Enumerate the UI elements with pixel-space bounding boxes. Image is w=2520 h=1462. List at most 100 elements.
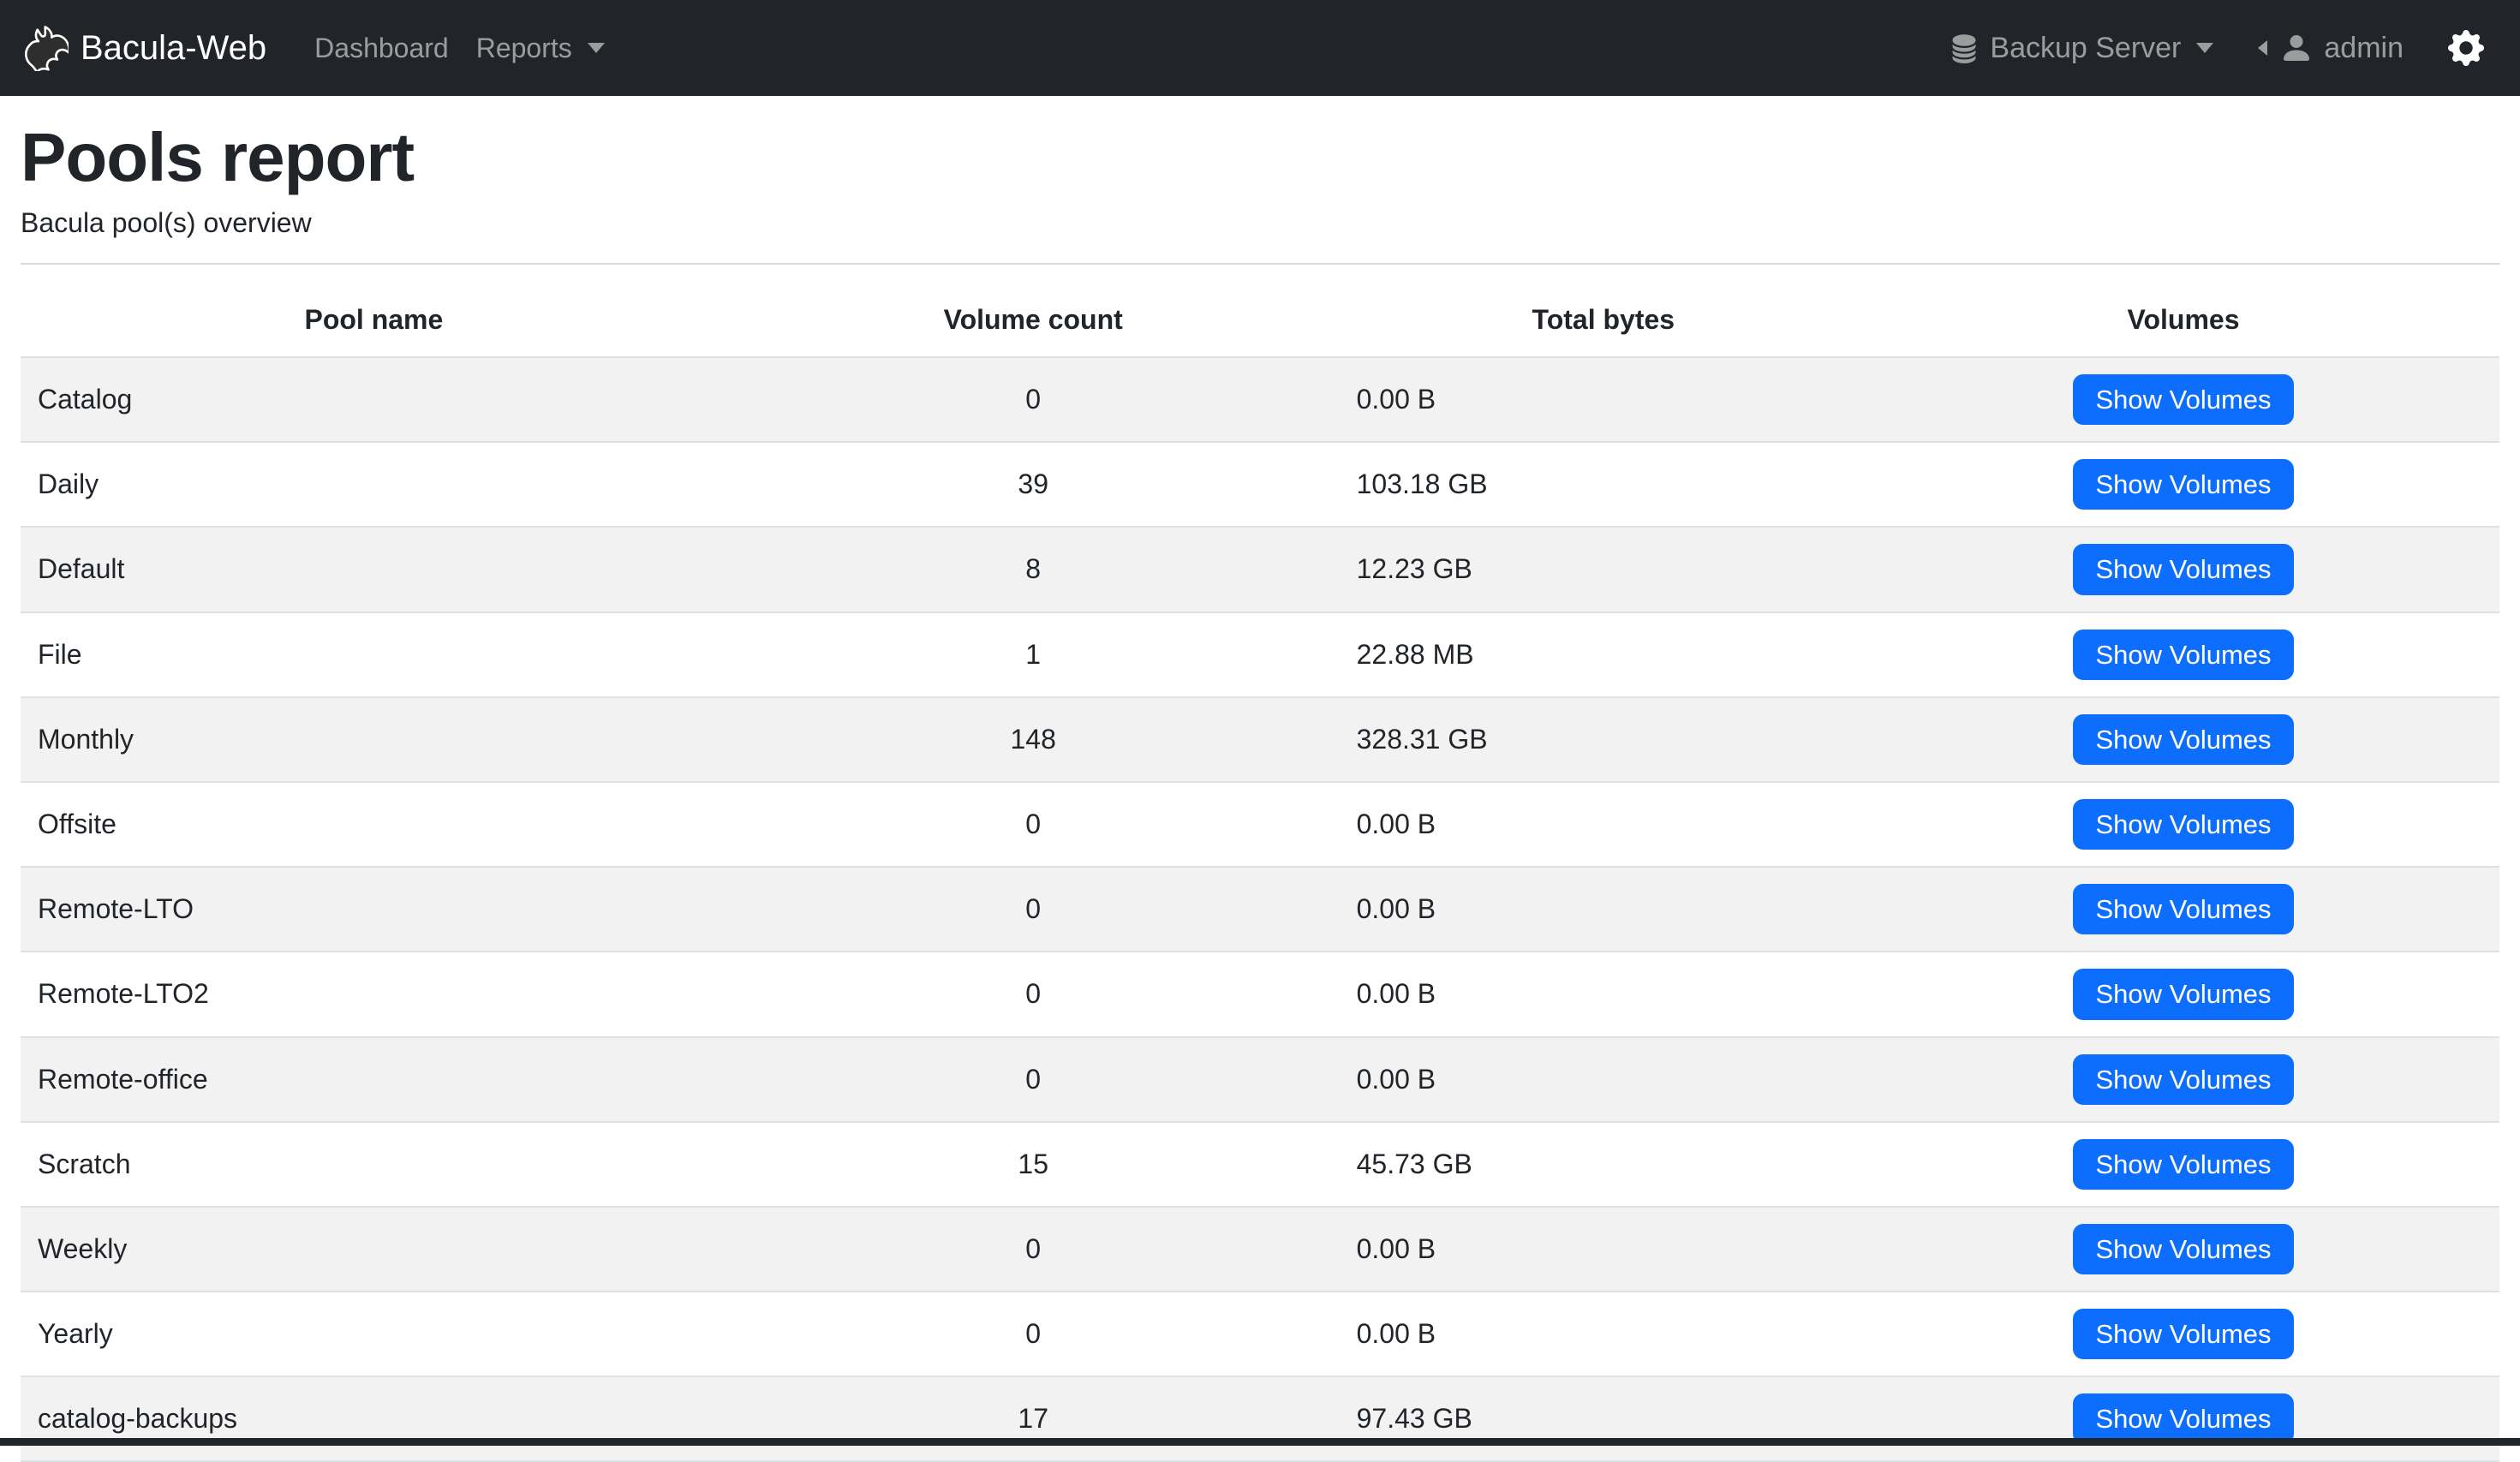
show-volumes-button[interactable]: Show Volumes xyxy=(2073,969,2293,1019)
table-row: Catalog 0 0.00 B Show Volumes xyxy=(21,357,2499,442)
show-volumes-button[interactable]: Show Volumes xyxy=(2073,1054,2293,1105)
table-row: Remote-LTO 0 0.00 B Show Volumes xyxy=(21,867,2499,952)
total-bytes-cell: 45.73 GB xyxy=(1340,1122,1867,1207)
main-nav: Dashboard Reports xyxy=(301,0,618,96)
show-volumes-button[interactable]: Show Volumes xyxy=(2073,374,2293,425)
pool-name-cell: catalog-backups xyxy=(21,1376,727,1461)
table-row: Remote-LTO2 0 0.00 B Show Volumes xyxy=(21,952,2499,1036)
volume-count-cell: 0 xyxy=(727,867,1340,952)
table-row: Scratch 15 45.73 GB Show Volumes xyxy=(21,1122,2499,1207)
total-bytes-cell: 97.43 GB xyxy=(1340,1376,1867,1461)
caret-down-icon xyxy=(2196,43,2213,53)
show-volumes-button[interactable]: Show Volumes xyxy=(2073,884,2293,934)
pool-name-cell: Daily xyxy=(21,442,727,527)
total-bytes-cell: 0.00 B xyxy=(1340,867,1867,952)
pool-name-cell: Yearly xyxy=(21,1292,727,1376)
volumes-cell: Show Volumes xyxy=(1867,1122,2499,1207)
volumes-cell: Show Volumes xyxy=(1867,1207,2499,1292)
table-row: Daily 39 103.18 GB Show Volumes xyxy=(21,442,2499,527)
footer-bar xyxy=(0,1438,2520,1446)
volume-count-cell: 0 xyxy=(727,1292,1340,1376)
gear-icon xyxy=(2448,30,2484,66)
table-row: Offsite 0 0.00 B Show Volumes xyxy=(21,782,2499,867)
volume-count-cell: 148 xyxy=(727,697,1340,782)
show-volumes-button[interactable]: Show Volumes xyxy=(2073,1139,2293,1190)
volumes-cell: Show Volumes xyxy=(1867,952,2499,1036)
volume-count-cell: 0 xyxy=(727,782,1340,867)
user-menu-label: admin xyxy=(2324,32,2404,65)
user-menu[interactable]: admin xyxy=(2258,31,2404,65)
show-volumes-button[interactable]: Show Volumes xyxy=(2073,1393,2293,1444)
show-volumes-button[interactable]: Show Volumes xyxy=(2073,459,2293,510)
table-row: Monthly 148 328.31 GB Show Volumes xyxy=(21,697,2499,782)
show-volumes-button[interactable]: Show Volumes xyxy=(2073,714,2293,765)
column-header-volumes: Volumes xyxy=(1867,283,2499,357)
volumes-cell: Show Volumes xyxy=(1867,442,2499,527)
pool-name-cell: Catalog xyxy=(21,357,727,442)
table-row: Yearly 0 0.00 B Show Volumes xyxy=(21,1292,2499,1376)
volume-count-cell: 8 xyxy=(727,527,1340,612)
nav-item-reports[interactable]: Reports xyxy=(463,0,618,96)
nav-item-dashboard[interactable]: Dashboard xyxy=(301,0,463,96)
volumes-cell: Show Volumes xyxy=(1867,1292,2499,1376)
total-bytes-cell: 328.31 GB xyxy=(1340,697,1867,782)
nav-item-dashboard-label: Dashboard xyxy=(314,33,449,64)
person-icon xyxy=(2279,31,2314,65)
show-volumes-button[interactable]: Show Volumes xyxy=(2073,799,2293,850)
show-volumes-button[interactable]: Show Volumes xyxy=(2073,1309,2293,1359)
caret-down-icon xyxy=(588,43,605,53)
server-dropdown-label: Backup Server xyxy=(1990,32,2181,65)
pool-name-cell: Weekly xyxy=(21,1207,727,1292)
total-bytes-cell: 103.18 GB xyxy=(1340,442,1867,527)
volume-count-cell: 0 xyxy=(727,952,1340,1036)
pools-table: Pool name Volume count Total bytes Volum… xyxy=(21,283,2499,1462)
page-subtitle: Bacula pool(s) overview xyxy=(21,207,2499,239)
pool-name-cell: Default xyxy=(21,527,727,612)
volume-count-cell: 1 xyxy=(727,612,1340,697)
pools-table-body: Catalog 0 0.00 B Show Volumes Daily 39 1… xyxy=(21,357,2499,1461)
table-row: Weekly 0 0.00 B Show Volumes xyxy=(21,1207,2499,1292)
show-volumes-button[interactable]: Show Volumes xyxy=(2073,544,2293,594)
show-volumes-button[interactable]: Show Volumes xyxy=(2073,630,2293,680)
settings-button[interactable] xyxy=(2448,30,2484,66)
column-header-total-bytes: Total bytes xyxy=(1340,283,1867,357)
server-dropdown[interactable]: Backup Server xyxy=(1949,31,2213,65)
total-bytes-cell: 0.00 B xyxy=(1340,782,1867,867)
pools-table-head: Pool name Volume count Total bytes Volum… xyxy=(21,283,2499,357)
table-row: catalog-backups 17 97.43 GB Show Volumes xyxy=(21,1376,2499,1461)
brand-label: Bacula-Web xyxy=(81,29,266,68)
bat-logo-icon xyxy=(21,25,69,71)
volumes-cell: Show Volumes xyxy=(1867,357,2499,442)
volumes-cell: Show Volumes xyxy=(1867,1037,2499,1122)
table-row: Remote-office 0 0.00 B Show Volumes xyxy=(21,1037,2499,1122)
total-bytes-cell: 0.00 B xyxy=(1340,1292,1867,1376)
total-bytes-cell: 0.00 B xyxy=(1340,1207,1867,1292)
total-bytes-cell: 12.23 GB xyxy=(1340,527,1867,612)
show-volumes-button[interactable]: Show Volumes xyxy=(2073,1224,2293,1274)
volume-count-cell: 17 xyxy=(727,1376,1340,1461)
volume-count-cell: 0 xyxy=(727,1037,1340,1122)
volume-count-cell: 0 xyxy=(727,1207,1340,1292)
pool-name-cell: Remote-LTO2 xyxy=(21,952,727,1036)
volumes-cell: Show Volumes xyxy=(1867,612,2499,697)
column-header-volume-count: Volume count xyxy=(727,283,1340,357)
pool-name-cell: Monthly xyxy=(21,697,727,782)
pool-name-cell: Scratch xyxy=(21,1122,727,1207)
table-row: File 1 22.88 MB Show Volumes xyxy=(21,612,2499,697)
volumes-cell: Show Volumes xyxy=(1867,1376,2499,1461)
pool-name-cell: Offsite xyxy=(21,782,727,867)
pool-name-cell: Remote-LTO xyxy=(21,867,727,952)
volume-count-cell: 15 xyxy=(727,1122,1340,1207)
database-icon xyxy=(1949,31,1980,65)
volumes-cell: Show Volumes xyxy=(1867,782,2499,867)
brand-link[interactable]: Bacula-Web xyxy=(21,25,266,71)
volume-count-cell: 39 xyxy=(727,442,1340,527)
navbar-right: Backup Server admin xyxy=(1949,30,2484,66)
volumes-cell: Show Volumes xyxy=(1867,867,2499,952)
total-bytes-cell: 0.00 B xyxy=(1340,952,1867,1036)
nav-item-reports-label: Reports xyxy=(476,33,572,64)
main-content: Pools report Bacula pool(s) overview Poo… xyxy=(0,96,2520,1462)
pool-name-cell: File xyxy=(21,612,727,697)
total-bytes-cell: 22.88 MB xyxy=(1340,612,1867,697)
caret-left-icon xyxy=(2258,40,2267,56)
